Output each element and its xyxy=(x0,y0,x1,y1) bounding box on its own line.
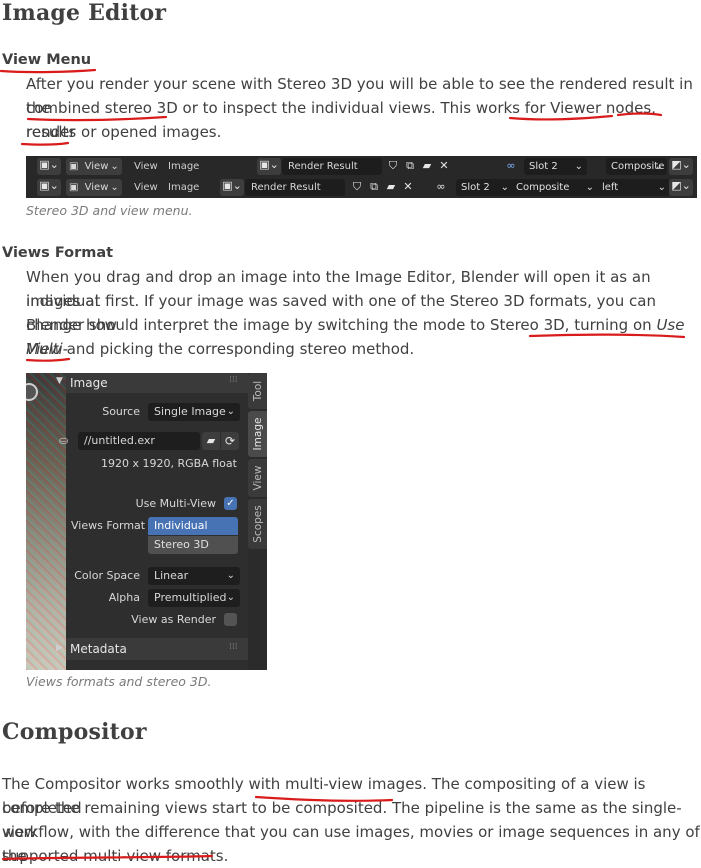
drag-handle-icon[interactable]: ⁞⁞⁞ xyxy=(229,642,238,652)
shield-icon[interactable]: ⛉ xyxy=(386,159,400,173)
display-channels-icon[interactable]: ◩⌄ xyxy=(669,158,693,175)
duplicate-icon[interactable]: ⧉ xyxy=(403,159,417,173)
duplicate-icon[interactable]: ⧉ xyxy=(367,180,381,194)
image-editor-icon[interactable]: ▣⌄ xyxy=(37,179,61,196)
image-editor-header-2: ▣⌄ ▣ View ⌄ View Image ▣⌄ Render Result ⛉… xyxy=(26,177,697,198)
alpha-select[interactable]: Premultiplied ⌄ xyxy=(148,589,240,607)
menu-view[interactable]: View xyxy=(134,158,158,175)
disclosure-triangle-icon[interactable]: ▶ xyxy=(56,643,63,653)
disclosure-triangle-icon[interactable]: ▼ xyxy=(56,376,63,386)
overlay-icon: ▣ xyxy=(69,161,79,172)
stereo-glasses-icon[interactable]: ∞ xyxy=(504,159,518,173)
drag-handle-icon[interactable]: ⁞⁞⁞ xyxy=(229,375,238,385)
slot-select[interactable]: Slot 2 ⌄ xyxy=(456,179,513,196)
viewport-noise xyxy=(26,373,66,670)
view-menu-label: View xyxy=(84,182,109,193)
checkbox-icon[interactable] xyxy=(224,613,237,626)
filepath-field[interactable]: //untitled.exr xyxy=(78,432,200,450)
view-as-render-label: View as Render xyxy=(131,613,216,626)
section-title-image-editor: Image Editor xyxy=(2,0,167,26)
emphasis-text: View xyxy=(26,340,62,358)
image-editor-header-1: ▣⌄ ▣ View ⌄ View Image ▣⌄ Render Result ⛉… xyxy=(26,156,697,177)
image-properties-panel: ▼ Image ⁞⁞⁞ Source Single Image ⌄ ⛀ //unt… xyxy=(26,373,267,670)
figure-caption: Stereo 3D and view menu. xyxy=(26,203,193,218)
paragraph-line: results or opened images. xyxy=(26,123,222,141)
folder-icon[interactable]: ▰ xyxy=(420,159,434,173)
close-icon[interactable]: ✕ xyxy=(401,180,415,194)
tab-scopes[interactable]: Scopes xyxy=(248,499,267,549)
metadata-title: Metadata xyxy=(70,642,127,656)
text-run: and picking the corresponding stereo met… xyxy=(61,340,415,358)
folder-icon[interactable]: ▰ xyxy=(384,180,398,194)
color-space-label: Color Space xyxy=(74,569,140,582)
tab-image[interactable]: Image xyxy=(248,411,267,457)
tab-view[interactable]: View xyxy=(248,459,267,497)
view-menu-dropdown[interactable]: ▣ View ⌄ xyxy=(66,158,122,175)
section-title-compositor: Compositor xyxy=(2,719,147,745)
eye-select[interactable]: left ⌄ xyxy=(597,179,670,196)
source-select[interactable]: Single Image ⌄ xyxy=(148,403,240,421)
refresh-icon[interactable]: ⟳ xyxy=(221,432,239,450)
view-menu-dropdown[interactable]: ▣ View ⌄ xyxy=(66,179,122,196)
panel-title: Image xyxy=(70,376,108,390)
views-format-option-stereo3d[interactable]: Stereo 3D xyxy=(148,536,238,554)
image-browse-icon[interactable]: ▣⌄ xyxy=(257,158,281,175)
image-info-text: 1920 x 1920, RGBA float xyxy=(101,457,237,470)
image-name-field[interactable]: Render Result xyxy=(282,158,382,175)
image-name-field[interactable]: Render Result xyxy=(245,179,345,196)
views-format-option-individual[interactable]: Individual xyxy=(148,517,238,535)
image-browse-icon[interactable]: ▣⌄ xyxy=(220,179,244,196)
layer-select[interactable]: Composite ⌄ xyxy=(606,158,667,175)
slot-select[interactable]: Slot 2 ⌄ xyxy=(524,158,587,175)
folder-icon[interactable]: ▰ xyxy=(202,432,220,450)
heading-views-format: Views Format xyxy=(2,245,114,261)
alpha-label: Alpha xyxy=(108,591,140,604)
source-label: Source xyxy=(102,405,140,418)
menu-image[interactable]: Image xyxy=(168,158,199,175)
display-channels-icon[interactable]: ◩⌄ xyxy=(669,179,693,196)
menu-image[interactable]: Image xyxy=(168,179,199,196)
paragraph-line: View and picking the corresponding stere… xyxy=(26,337,414,361)
text-run: Blender should interpret the image by sw… xyxy=(26,316,657,334)
color-space-select[interactable]: Linear ⌄ xyxy=(148,567,240,585)
checkbox-icon[interactable]: ✓ xyxy=(224,497,237,510)
overlay-icon: ▣ xyxy=(69,182,79,193)
menu-view[interactable]: View xyxy=(134,179,158,196)
shield-icon[interactable]: ⛉ xyxy=(350,180,364,194)
tab-tool[interactable]: Tool xyxy=(248,373,267,409)
layer-select[interactable]: Composite ⌄ xyxy=(511,179,598,196)
figure-caption: Views formats and stereo 3D. xyxy=(26,674,212,689)
image-editor-icon[interactable]: ▣⌄ xyxy=(37,158,61,175)
view-menu-label: View xyxy=(84,161,109,172)
views-format-label: Views Format xyxy=(71,519,146,532)
heading-view-menu: View Menu xyxy=(2,52,92,68)
stereo-glasses-icon[interactable]: ∞ xyxy=(434,180,448,194)
use-multiview-label: Use Multi-View xyxy=(135,497,216,510)
paragraph-line: supported multi-view formats. xyxy=(2,847,229,865)
image-file-icon: ⛀ xyxy=(59,434,69,447)
close-icon[interactable]: ✕ xyxy=(437,159,451,173)
